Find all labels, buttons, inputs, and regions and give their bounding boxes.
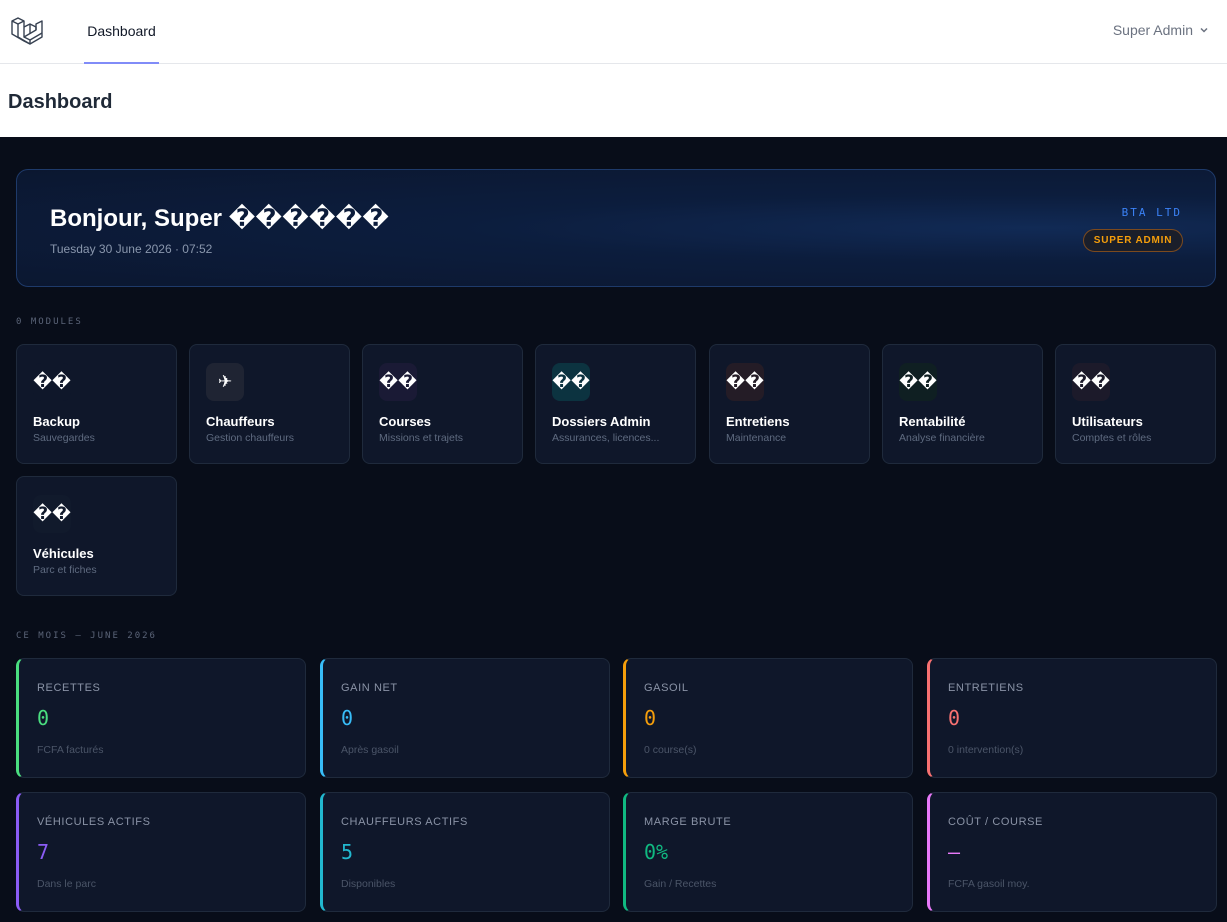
module-subtitle: Missions et trajets — [379, 432, 464, 444]
stat-value: 7 — [37, 840, 50, 864]
module-title: Rentabilité — [899, 414, 966, 429]
stat-label: GAIN NET — [341, 682, 398, 694]
top-navbar: Dashboard Super Admin — [0, 0, 1227, 64]
stat-note: FCFA facturés — [37, 744, 104, 756]
stat-note: Disponibles — [341, 878, 396, 890]
stat-card: RECETTES 0 FCFA facturés — [16, 658, 306, 778]
chevron-down-icon — [1200, 27, 1208, 33]
module-icon: �� — [552, 363, 590, 401]
modules-section-label: 0 MODULES — [16, 317, 83, 327]
user-name: Super Admin — [1112, 22, 1193, 38]
stat-value: 0 — [341, 706, 354, 730]
stat-label: CHAUFFEURS ACTIFS — [341, 816, 468, 828]
module-icon: �� — [379, 363, 417, 401]
module-icon: �� — [33, 495, 71, 533]
module-card[interactable]: ✈ Chauffeurs Gestion chauffeurs — [189, 344, 350, 464]
module-subtitle: Comptes et rôles — [1072, 432, 1152, 444]
module-title: Véhicules — [33, 546, 94, 561]
module-subtitle: Gestion chauffeurs — [206, 432, 294, 444]
module-subtitle: Parc et fiches — [33, 564, 97, 576]
stat-value: 0 — [948, 706, 961, 730]
month-section-label: CE MOIS — JUNE 2026 — [16, 631, 157, 641]
company-name: BTA LTD — [1121, 206, 1182, 219]
stat-card: GASOIL 0 0 course(s) — [623, 658, 913, 778]
module-card[interactable]: �� Utilisateurs Comptes et rôles — [1055, 344, 1216, 464]
main-content: Bonjour, Super ������ Tuesday 30 June 20… — [0, 137, 1227, 922]
welcome-banner: Bonjour, Super ������ Tuesday 30 June 20… — [16, 169, 1216, 287]
module-title: Backup — [33, 414, 80, 429]
module-card[interactable]: �� Courses Missions et trajets — [362, 344, 523, 464]
nav-link-dashboard[interactable]: Dashboard — [84, 0, 159, 64]
module-subtitle: Maintenance — [726, 432, 787, 444]
stat-note: FCFA gasoil moy. — [948, 878, 1030, 890]
page-title: Dashboard — [8, 91, 113, 113]
stat-label: GASOIL — [644, 682, 689, 694]
stat-note: Gain / Recettes — [644, 878, 717, 890]
module-card[interactable]: �� Backup Sauvegardes — [16, 344, 177, 464]
module-icon: �� — [726, 363, 764, 401]
module-card[interactable]: �� Dossiers Admin Assurances, licences... — [535, 344, 696, 464]
module-title: Utilisateurs — [1072, 414, 1143, 429]
stat-label: VÉHICULES ACTIFS — [37, 816, 151, 828]
stat-label: RECETTES — [37, 682, 101, 694]
role-badge: SUPER ADMIN — [1083, 229, 1183, 252]
stat-label: MARGE BRUTE — [644, 816, 732, 828]
stat-label: ENTRETIENS — [948, 682, 1024, 694]
module-icon: �� — [899, 363, 937, 401]
module-icon: �� — [33, 363, 71, 401]
stat-note: 0 course(s) — [644, 744, 697, 756]
stat-value: 5 — [341, 840, 354, 864]
stat-value: — — [948, 840, 961, 864]
module-subtitle: Assurances, licences... — [552, 432, 660, 444]
module-title: Entretiens — [726, 414, 790, 429]
module-card[interactable]: �� Rentabilité Analyse financière — [882, 344, 1043, 464]
stat-note: Après gasoil — [341, 744, 399, 756]
stat-label: COÛT / COURSE — [948, 816, 1043, 828]
module-title: Dossiers Admin — [552, 414, 651, 429]
stat-card: CHAUFFEURS ACTIFS 5 Disponibles — [320, 792, 610, 912]
module-card[interactable]: �� Véhicules Parc et fiches — [16, 476, 177, 596]
module-card[interactable]: �� Entretiens Maintenance — [709, 344, 870, 464]
stat-card: GAIN NET 0 Après gasoil — [320, 658, 610, 778]
laravel-logo-icon[interactable] — [10, 15, 44, 49]
stat-value: 0 — [644, 706, 657, 730]
page-header: Dashboard — [0, 64, 1227, 137]
module-icon: �� — [1072, 363, 1110, 401]
module-title: Courses — [379, 414, 432, 429]
greeting: Bonjour, Super ������ — [50, 205, 389, 232]
module-icon: ✈ — [206, 363, 244, 401]
stat-card: MARGE BRUTE 0% Gain / Recettes — [623, 792, 913, 912]
module-title: Chauffeurs — [206, 414, 275, 429]
stat-value: 0 — [37, 706, 50, 730]
stat-card: COÛT / COURSE — FCFA gasoil moy. — [927, 792, 1217, 912]
user-menu[interactable]: Super Admin — [1113, 22, 1209, 38]
module-subtitle: Sauvegardes — [33, 432, 95, 444]
stat-note: Dans le parc — [37, 878, 96, 890]
stat-note: 0 intervention(s) — [948, 744, 1024, 756]
stat-card: VÉHICULES ACTIFS 7 Dans le parc — [16, 792, 306, 912]
stat-value: 0% — [644, 840, 669, 864]
module-subtitle: Analyse financière — [899, 432, 985, 444]
stat-card: ENTRETIENS 0 0 intervention(s) — [927, 658, 1217, 778]
current-datetime: Tuesday 30 June 2026 · 07:52 — [50, 242, 213, 256]
